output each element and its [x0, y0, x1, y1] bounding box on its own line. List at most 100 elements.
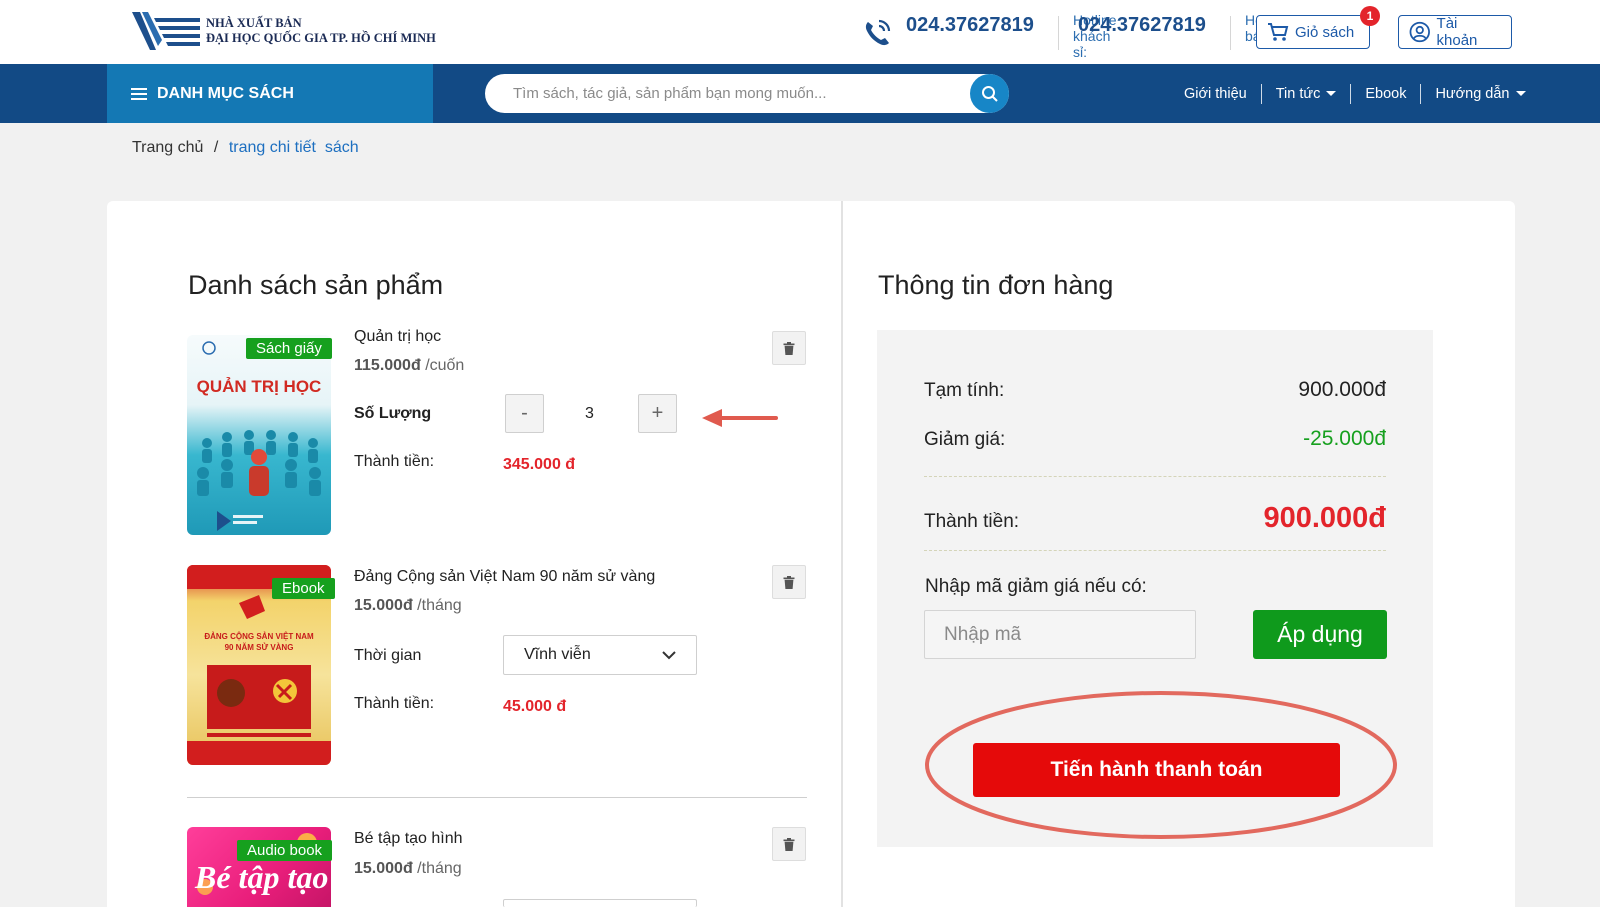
book-cover-art	[197, 341, 321, 531]
cart-icon	[1268, 23, 1289, 41]
breadcrumb: Trang chủ / trang chi tiết sách	[132, 139, 359, 157]
remove-item-button[interactable]	[772, 827, 806, 861]
publisher-name-line1: NHÀ XUẤT BẢN	[206, 16, 302, 30]
price-unit: /tháng	[417, 597, 462, 614]
format-badge: Ebook	[272, 578, 335, 599]
cart-item: Bé tập tạo hình Audio book Bé tập tạo hì…	[187, 827, 807, 907]
menu-news-label: Tin tức	[1275, 85, 1321, 102]
hotline-retail-number[interactable]: 024.37627819	[1078, 14, 1206, 37]
chevron-down-icon	[662, 650, 676, 659]
search-input[interactable]	[513, 74, 953, 113]
menu-about[interactable]: Giới thiệu	[1170, 86, 1261, 102]
unit-price: 15.000đ	[354, 860, 413, 877]
cart-button[interactable]: Giỏ sách	[1256, 15, 1370, 49]
product-name[interactable]: Đảng Cộng sản Việt Nam 90 năm sử vàng	[354, 568, 655, 586]
product-list-title: Danh sách sản phẩm	[188, 270, 444, 300]
menu-separator	[1260, 83, 1262, 104]
product-price: 15.000đ /tháng	[354, 597, 462, 615]
unit-price: 115.000đ	[354, 357, 421, 374]
product-price: 15.000đ /tháng	[354, 860, 462, 878]
account-label: Tài khoản	[1436, 15, 1478, 49]
line-total-label: Thành tiền:	[354, 453, 435, 470]
quantity-decrease-button[interactable]: -	[505, 394, 544, 433]
order-total-label: Thành tiền:	[924, 511, 1020, 532]
book-cover-image[interactable]: QUẢN TRỊ HỌC	[187, 335, 331, 535]
summary-divider	[924, 476, 1386, 477]
search-icon	[981, 85, 998, 102]
discount-label: Giảm giá:	[924, 429, 1006, 450]
price-unit: /tháng	[417, 860, 462, 877]
coupon-code-input[interactable]	[924, 610, 1196, 659]
main-navbar: DANH MỤC SÁCH Giới thiệu Tin tức Ebook H…	[0, 64, 1600, 123]
book-cover-title: Bé tập tạo hình	[195, 859, 331, 895]
duration-select[interactable]: Vĩnh viễn	[503, 635, 697, 675]
subtotal-label: Tạm tính:	[924, 380, 1005, 401]
caret-down-icon	[1515, 91, 1526, 96]
panel-divider	[841, 201, 843, 907]
phone-icon	[865, 19, 891, 46]
order-total-value: 900.000đ	[1263, 502, 1386, 534]
menu-ebook[interactable]: Ebook	[1351, 86, 1420, 102]
product-name[interactable]: Quản trị học	[354, 328, 441, 346]
summary-divider	[924, 550, 1386, 551]
menu-ebook-label: Ebook	[1365, 85, 1407, 102]
breadcrumb-home[interactable]: Trang chủ	[132, 139, 203, 156]
top-header: NHÀ XUẤT BẢN ĐẠI HỌC QUỐC GIA TP. HỒ CHÍ…	[0, 0, 1600, 64]
menu-separator	[1350, 83, 1352, 104]
quantity-value[interactable]: 3	[585, 405, 594, 423]
product-name[interactable]: Bé tập tạo hình	[354, 830, 463, 848]
discount-row: Giảm giá: -25.000đ	[924, 427, 1386, 451]
cart-item: ĐẢNG CỘNG SẢN VIỆT NAM 90 NĂM SỬ VÀNG Eb…	[187, 565, 807, 771]
coupon-prompt: Nhập mã giảm giá nếu có:	[925, 576, 1147, 597]
apply-coupon-button[interactable]: Áp dụng	[1253, 610, 1387, 659]
quantity-increase-button[interactable]: +	[638, 394, 677, 433]
search-button[interactable]	[970, 74, 1009, 113]
header-divider	[1230, 16, 1231, 50]
publisher-name-line2: ĐẠI HỌC QUỐC GIA TP. HỒ CHÍ MINH	[206, 31, 436, 45]
subtotal-value: 900.000đ	[1298, 378, 1386, 401]
order-info-title: Thông tin đơn hàng	[878, 270, 1114, 300]
hotline-wholesale-number[interactable]: 024.37627819	[906, 14, 1034, 37]
publisher-logo-icon	[132, 12, 200, 50]
menu-news[interactable]: Tin tức	[1262, 86, 1351, 102]
book-cover-title: ĐẢNG CỘNG SẢN VIỆT NAM 90 NĂM SỬ VÀNG	[204, 632, 314, 652]
account-button[interactable]: Tài khoản	[1398, 15, 1512, 49]
breadcrumb-separator: /	[213, 139, 219, 156]
format-badge: Audio book	[237, 840, 333, 861]
hotline-retail[interactable]: Hotline bán lẻ: 024.37627819	[1078, 12, 1289, 44]
trash-icon	[783, 341, 795, 355]
discount-value: -25.000đ	[1303, 427, 1386, 450]
top-menu: Giới thiệu Tin tức Ebook Hướng dẫn	[1170, 64, 1540, 123]
checkout-button[interactable]: Tiến hành thanh toán	[973, 743, 1340, 797]
menu-separator	[1420, 83, 1422, 104]
book-cover-title: QUẢN TRỊ HỌC	[196, 377, 322, 396]
duration-label: Thời gian	[354, 647, 422, 664]
format-badge: Sách giấy	[246, 338, 332, 359]
line-total-label: Thành tiền:	[354, 695, 435, 712]
remove-item-button[interactable]	[772, 565, 806, 599]
publisher-logo[interactable]: NHÀ XUẤT BẢN ĐẠI HỌC QUỐC GIA TP. HỒ CHÍ…	[130, 10, 436, 52]
quantity-label: Số Lượng	[354, 405, 432, 422]
book-cover-image[interactable]: Bé tập tạo hình	[187, 827, 331, 907]
menu-guide-label: Hướng dẫn	[1435, 85, 1510, 102]
duration-select-value: Vĩnh viễn	[524, 646, 591, 663]
remove-item-button[interactable]	[772, 331, 806, 365]
user-icon	[1409, 21, 1430, 43]
book-categories-button[interactable]: DANH MỤC SÁCH	[107, 64, 433, 123]
hotline-wholesale[interactable]: Hotline khách sỉ: 024.37627819	[906, 12, 1117, 60]
unit-price: 15.000đ	[354, 597, 413, 614]
subtotal-row: Tạm tính: 900.000đ	[924, 378, 1386, 402]
menu-guide[interactable]: Hướng dẫn	[1421, 86, 1539, 102]
cart-label: Giỏ sách	[1295, 23, 1355, 41]
cart-count-badge: 1	[1360, 6, 1380, 26]
line-total: 345.000 đ	[503, 456, 576, 473]
breadcrumb-current[interactable]: trang chi tiết sách	[229, 139, 359, 156]
book-categories-label: DANH MỤC SÁCH	[157, 84, 294, 102]
header-divider	[1058, 16, 1059, 50]
caret-down-icon	[1326, 91, 1337, 96]
duration-select[interactable]	[503, 899, 697, 907]
item-divider	[187, 797, 807, 798]
trash-icon	[783, 575, 795, 589]
trash-icon	[783, 837, 795, 851]
product-price: 115.000đ /cuốn	[354, 357, 464, 375]
